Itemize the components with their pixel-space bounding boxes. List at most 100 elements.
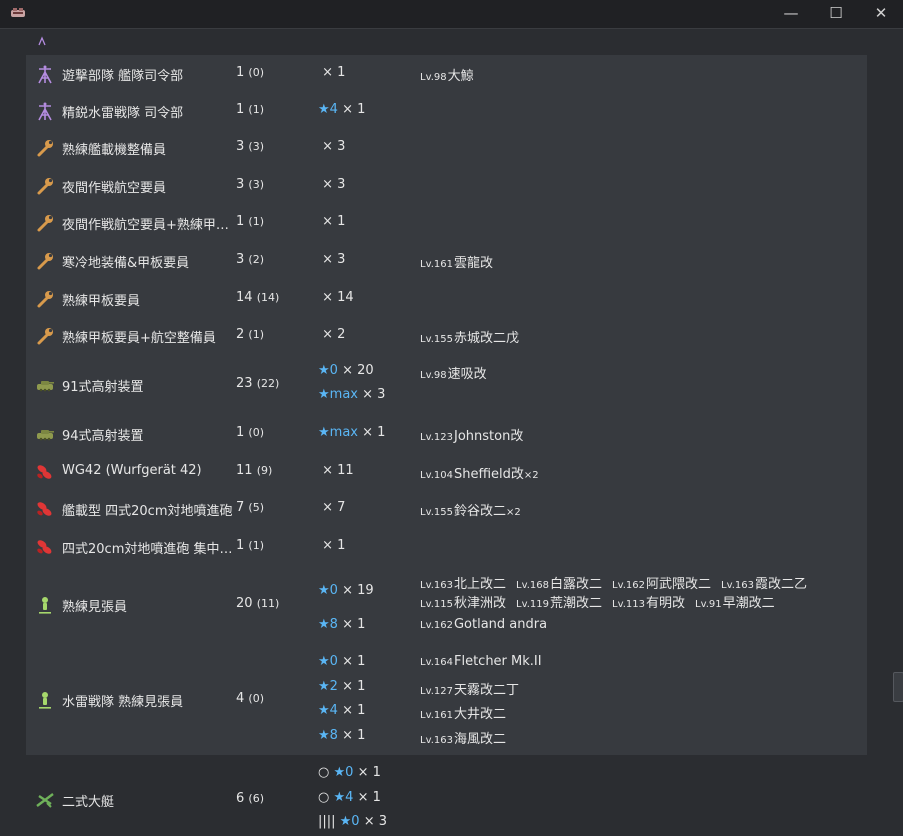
ship-name: 大井改二 xyxy=(453,707,506,722)
ship-level: Lv.163 xyxy=(721,580,754,591)
star-level: ★0 xyxy=(339,814,360,829)
ship-name: Sheffield改 xyxy=(453,466,524,482)
ship-name: Gotland andra xyxy=(453,617,548,632)
star-level: ★4 xyxy=(333,790,354,805)
ship-entry[interactable]: Lv.162阿武隈改二 xyxy=(612,577,711,592)
equipment-row[interactable]: 熟練甲板要員+航空整備員 2 (1) × 2 Lv.155赤城改二戊 xyxy=(26,317,867,354)
ship-entry[interactable]: Lv.115秋津洲改 xyxy=(420,596,506,611)
ship-level: Lv.161 xyxy=(420,710,453,721)
improvement-level: × 14 xyxy=(318,290,354,305)
ship-entry[interactable]: Lv.164Fletcher Mk.II xyxy=(420,654,542,669)
improvement-level: ★0 × 20 xyxy=(318,363,374,378)
ship-level: Lv.91 xyxy=(695,599,722,610)
close-button[interactable]: ✕ xyxy=(859,0,903,28)
lookout-icon xyxy=(35,595,55,615)
ship-entry[interactable]: Lv.163北上改二 xyxy=(420,577,506,592)
equipment-row[interactable]: 寒冷地装備&甲板要員 3 (2) × 3 Lv.161雲龍改 xyxy=(26,242,867,280)
level-count: × 1 xyxy=(362,425,386,440)
star-level: ★8 xyxy=(318,617,338,632)
equipment-row[interactable]: 精鋭水雷戦隊 司令部 1 (1) ★4 × 1 xyxy=(26,92,867,129)
ship-name: 鈴谷改二 xyxy=(453,504,506,519)
ship-entry[interactable]: Lv.98大鯨 xyxy=(420,69,474,84)
ship-level: Lv.98 xyxy=(420,370,447,381)
equipment-row[interactable]: 94式高射装置 1 (0) ★max × 1 Lv.123Johnston改 xyxy=(26,415,867,453)
wrench-icon xyxy=(35,326,55,346)
ship-level: Lv.163 xyxy=(420,735,453,746)
star-level: ★0 xyxy=(333,765,354,780)
equipment-name: 94式高射装置 xyxy=(62,429,144,444)
improvement-level: ★0 × 1 xyxy=(318,654,365,669)
level-count: × 3 xyxy=(362,387,386,402)
equipment-row[interactable]: 夜間作戦航空要員+熟練甲… 1 (1) × 1 xyxy=(26,204,867,242)
improvement-level: ★max × 3 xyxy=(318,387,385,402)
level-count: × 1 xyxy=(342,654,366,669)
level-count: × 3 xyxy=(322,252,346,267)
unequipped-count: (9) xyxy=(256,463,273,477)
unequipped-count: (11) xyxy=(256,597,280,610)
improvement-level: × 7 xyxy=(318,500,345,515)
equipment-name: 熟練甲板要員 xyxy=(62,293,141,309)
ship-name: 有明改 xyxy=(645,596,685,611)
level-count: × 1 xyxy=(357,765,381,780)
minimize-button[interactable]: — xyxy=(769,0,813,28)
ship-level: Lv.163 xyxy=(420,580,453,591)
ship-entry[interactable]: Lv.161大井改二 xyxy=(420,707,506,722)
rocket-icon xyxy=(35,537,55,557)
level-count: × 1 xyxy=(322,214,346,229)
ship-entry[interactable]: Lv.91早潮改二 xyxy=(695,596,775,611)
equipment-row[interactable]: 遊撃部隊 艦隊司令部 1 (0) × 1 Lv.98大鯨 xyxy=(26,55,867,92)
unequipped-count: (0) xyxy=(248,426,264,439)
equipment-name: 寒冷地装備&甲板要員 xyxy=(62,256,190,271)
level-count: × 1 xyxy=(342,728,366,743)
ship-entry[interactable]: Lv.113有明改 xyxy=(612,596,685,611)
ship-entry[interactable]: Lv.163海風改二 xyxy=(420,732,506,747)
equipment-row[interactable]: 四式20cm対地噴進砲 集中… 1 (1) × 1 xyxy=(26,528,867,565)
ship-equip-count: ×2 xyxy=(523,469,539,481)
level-count: × 1 xyxy=(322,64,346,80)
wrench-icon xyxy=(35,213,55,233)
scrollbar-thumb[interactable] xyxy=(893,672,903,702)
equipment-name: 艦載型 四式20cm対地噴進砲 xyxy=(62,504,233,519)
star-level: ★0 xyxy=(318,654,338,669)
equipment-count: 2 (1) xyxy=(236,326,264,342)
equipment-row[interactable]: 91式高射装置 23 (22) ★0 × 20 ★max × 3 Lv.98速吸改 xyxy=(26,354,867,415)
ship-level: Lv.123 xyxy=(420,432,453,443)
ship-entry[interactable]: Lv.127天霧改二丁 xyxy=(420,683,519,698)
ship-name: Fletcher Mk.II xyxy=(453,654,542,669)
equipment-row[interactable]: WG42 (Wurfgerät 42) 11 (9) × 11 Lv.104Shef… xyxy=(26,453,867,490)
equipment-row[interactable]: 熟練見張員 20 (11) ★0 × 19 ★8 × 1 Lv.163北上改二 Lv.16… xyxy=(26,565,867,645)
improvement-level: ★4 × 1 xyxy=(318,703,365,718)
level-count: × 3 xyxy=(322,139,346,154)
improvement-level: × 3 xyxy=(318,177,345,192)
ship-entry[interactable]: Lv.104Sheffield改×2 xyxy=(420,467,539,482)
improvement-level: × 1 xyxy=(318,538,345,553)
equipment-row[interactable]: 夜間作戦航空要員 3 (3) × 3 xyxy=(26,167,867,204)
ship-entry[interactable]: Lv.168白露改二 xyxy=(516,577,602,592)
ship-entry[interactable]: Lv.161雲龍改 xyxy=(420,256,493,271)
equipment-name: 遊撃部隊 艦隊司令部 xyxy=(62,68,184,84)
unequipped-count: (3) xyxy=(248,140,264,153)
equipment-row[interactable]: 二式大艇 6 (6) ○ ★0 × 1 ○ ★4 × 1 |||| ★0 × 3 xyxy=(26,755,867,836)
equipment-row[interactable]: 艦載型 四式20cm対地噴進砲 7 (5) × 7 Lv.155鈴谷改二×2 xyxy=(26,490,867,528)
equipment-row[interactable]: 熟練甲板要員 14 (14) × 14 xyxy=(26,280,867,317)
level-count: × 1 xyxy=(342,679,366,694)
ship-level: Lv.168 xyxy=(516,580,549,591)
ship-entry[interactable]: Lv.98速吸改 xyxy=(420,367,487,382)
proficiency-mark: ○ xyxy=(318,790,334,805)
star-level: ★8 xyxy=(318,728,338,743)
ship-entry[interactable]: Lv.119荒潮改二 xyxy=(516,596,602,611)
ship-entry[interactable]: Lv.162Gotland andra xyxy=(420,617,547,632)
improvement-level: ★8 × 1 xyxy=(318,728,365,743)
equipment-list[interactable]: 遊撃部隊 艦隊司令部 1 (0) × 1 Lv.98大鯨 精鋭水雷戦隊 司令部 1 (… xyxy=(0,29,903,836)
ship-entry[interactable]: Lv.155赤城改二戊 xyxy=(420,331,519,346)
equipment-row[interactable]: 熟練艦載機整備員 3 (3) × 3 xyxy=(26,129,867,167)
title-bar: — ☐ ✕ xyxy=(0,0,903,29)
equipment-row[interactable]: 水雷戦隊 熟練見張員 4 (0) ★0 × 1 ★2 × 1 ★4 × 1 ★8 × 1L… xyxy=(26,645,867,755)
ship-level: Lv.127 xyxy=(420,686,453,697)
ship-name: 荒潮改二 xyxy=(549,596,602,611)
ship-entry[interactable]: Lv.123Johnston改 xyxy=(420,429,523,444)
maximize-button[interactable]: ☐ xyxy=(814,0,858,28)
ship-entry[interactable]: Lv.163霞改二乙 xyxy=(721,577,807,592)
ship-name: 阿武隈改二 xyxy=(645,577,711,592)
ship-entry[interactable]: Lv.155鈴谷改二×2 xyxy=(420,504,521,519)
